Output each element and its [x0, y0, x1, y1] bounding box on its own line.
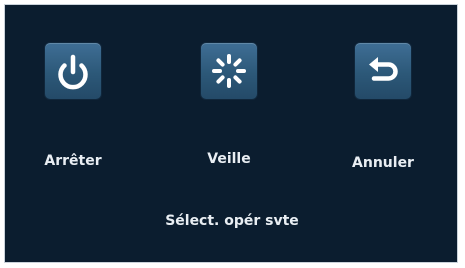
standby-label[interactable]: Veille	[169, 151, 289, 167]
return-arrow-icon	[369, 57, 398, 81]
standby-button[interactable]	[201, 43, 257, 99]
shutdown-dialog: Arrêter Veille Annuler Sélect. opér svte	[4, 4, 458, 263]
cancel-button[interactable]	[355, 43, 411, 99]
cancel-label[interactable]: Annuler	[323, 155, 443, 171]
standby-spinner-icon	[212, 54, 246, 88]
shutdown-label[interactable]: Arrêter	[13, 153, 133, 169]
operation-prompt: Sélect. opér svte	[165, 213, 299, 229]
power-icon	[58, 54, 88, 90]
shutdown-button[interactable]	[45, 43, 101, 99]
